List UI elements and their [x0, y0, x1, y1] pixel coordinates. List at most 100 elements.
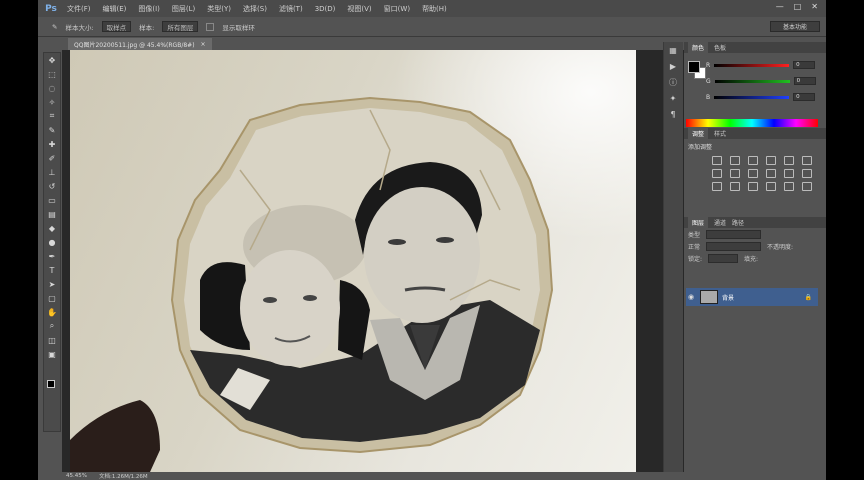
quick-select-tool-icon[interactable]: ✧ — [44, 95, 60, 109]
tab-channels[interactable]: 通道 — [714, 218, 726, 227]
blend-mode-select[interactable] — [706, 241, 762, 251]
tab-adjustments[interactable]: 调整 — [688, 128, 709, 139]
blend-mode-label[interactable]: 正常 — [688, 242, 700, 251]
threshold-icon[interactable] — [730, 182, 740, 191]
menu-view[interactable]: 视图(V) — [341, 4, 377, 14]
color-balance-icon[interactable] — [712, 169, 722, 178]
blur-tool-icon[interactable]: ◆ — [44, 221, 60, 235]
info-icon[interactable]: ⓘ — [664, 74, 682, 90]
eraser-tool-icon[interactable]: ▭ — [44, 193, 60, 207]
shadows-icon[interactable] — [784, 182, 794, 191]
adjustments-panel-tabs: 调整 样式 — [684, 128, 826, 139]
healing-brush-icon[interactable]: ✚ — [44, 137, 60, 151]
curves-icon[interactable] — [748, 156, 758, 165]
posterize-icon[interactable] — [712, 182, 722, 191]
brightness-icon[interactable] — [712, 156, 722, 165]
blue-slider[interactable] — [714, 95, 790, 99]
red-slider[interactable] — [714, 63, 790, 67]
menu-help[interactable]: 帮助(H) — [416, 4, 453, 14]
layer-kind-select[interactable] — [706, 229, 762, 239]
tab-styles[interactable]: 样式 — [714, 129, 726, 138]
properties-icon[interactable]: ✦ — [664, 90, 682, 106]
channel-mixer-icon[interactable] — [766, 169, 776, 178]
menu-filter[interactable]: 滤镜(T) — [273, 4, 309, 14]
layer-row-background[interactable]: ◉ 背景 🔒 — [686, 288, 818, 306]
document-canvas[interactable] — [70, 50, 636, 472]
clone-stamp-icon[interactable]: ⊥ — [44, 165, 60, 179]
sample-size-select[interactable]: 取样点 — [101, 21, 132, 32]
tab-paths[interactable]: 路径 — [732, 218, 744, 227]
menu-file[interactable]: 文件(F) — [61, 4, 97, 14]
menu-type[interactable]: 类型(Y) — [201, 4, 237, 14]
green-slider[interactable] — [714, 79, 790, 83]
menu-select[interactable]: 选择(S) — [237, 4, 273, 14]
canvas-area — [62, 50, 686, 472]
layer-name[interactable]: 背景 — [722, 293, 734, 302]
menu-bar: Ps 文件(F) 编辑(E) 图像(I) 图层(L) 类型(Y) 选择(S) 滤… — [38, 0, 826, 17]
eye-icon[interactable]: ◉ — [688, 293, 696, 301]
marquee-tool-icon[interactable]: ⬚ — [44, 67, 60, 81]
type-tool-icon[interactable]: T — [44, 263, 60, 277]
brush-tool-icon[interactable]: ✐ — [44, 151, 60, 165]
move-tool-icon[interactable]: ✥ — [44, 53, 60, 67]
zoom-tool-icon[interactable]: ⌕ — [44, 319, 60, 333]
crop-tool-icon[interactable]: ⌗ — [44, 109, 60, 123]
eyedropper-tool-icon[interactable]: ✎ — [52, 23, 57, 31]
hdr-toning-icon[interactable] — [802, 182, 812, 191]
tools-panel: ✥ ⬚ ◌ ✧ ⌗ ✎ ✚ ✐ ⊥ ↺ ▭ ▤ ◆ ● ✒ T ➤ ▢ ✋ ⌕ … — [43, 52, 61, 432]
foreground-color-chip[interactable] — [688, 61, 700, 73]
levels-icon[interactable] — [730, 156, 740, 165]
tab-swatches[interactable]: 色板 — [714, 43, 726, 52]
pen-tool-icon[interactable]: ✒ — [44, 249, 60, 263]
sample-select[interactable]: 所有图层 — [162, 21, 199, 32]
screen-mode-icon[interactable]: ▣ — [44, 347, 60, 361]
screen-frame: Ps 文件(F) 编辑(E) 图像(I) 图层(L) 类型(Y) 选择(S) 滤… — [0, 0, 864, 480]
blue-value[interactable]: 0 — [793, 93, 816, 101]
workspace-select[interactable]: 基本功能 — [770, 21, 820, 32]
paragraph-icon[interactable]: ¶ — [664, 106, 682, 122]
tab-layers[interactable]: 图层 — [688, 217, 709, 228]
color-lookup-icon[interactable] — [784, 169, 794, 178]
zoom-level[interactable]: 45.45% — [66, 473, 87, 479]
show-ring-label: 显示取样环 — [222, 23, 255, 32]
vibrance-icon[interactable] — [784, 156, 794, 165]
history-brush-icon[interactable]: ↺ — [44, 179, 60, 193]
actions-icon[interactable]: ▶ — [664, 58, 682, 74]
green-value[interactable]: 0 — [793, 77, 816, 85]
color-panel-tabs: 颜色 色板 — [684, 42, 826, 53]
shape-tool-icon[interactable]: ▢ — [44, 291, 60, 305]
eyedropper-icon[interactable]: ✎ — [44, 123, 60, 137]
red-value[interactable]: 0 — [793, 61, 816, 69]
document-close-icon[interactable]: × — [201, 41, 206, 48]
black-white-icon[interactable] — [730, 169, 740, 178]
exposure-icon[interactable] — [766, 156, 776, 165]
menu-window[interactable]: 窗口(W) — [378, 4, 416, 14]
path-select-icon[interactable]: ➤ — [44, 277, 60, 291]
hand-tool-icon[interactable]: ✋ — [44, 305, 60, 319]
minimize-button[interactable]: — — [776, 2, 784, 11]
selective-color-icon[interactable] — [766, 182, 776, 191]
dodge-tool-icon[interactable]: ● — [44, 235, 60, 249]
photo-filter-icon[interactable] — [748, 169, 758, 178]
red-slider-row: R 0 — [706, 61, 816, 69]
menu-edit[interactable]: 编辑(E) — [97, 4, 133, 14]
menu-layer[interactable]: 图层(L) — [166, 4, 201, 14]
foreground-color-swatch[interactable] — [47, 380, 55, 388]
gradient-map-icon[interactable] — [748, 182, 758, 191]
lock-options[interactable] — [708, 253, 739, 263]
close-button[interactable]: ✕ — [811, 2, 818, 11]
tab-color[interactable]: 颜色 — [688, 42, 709, 53]
history-icon[interactable]: ▦ — [664, 42, 682, 58]
hue-saturation-icon[interactable] — [802, 156, 812, 165]
menu-3d[interactable]: 3D(D) — [309, 5, 342, 13]
edit-mode-icon[interactable]: ◫ — [44, 333, 60, 347]
layers-panel: 类型 正常 不透明度: 锁定: 填充: ◉ 背景 🔒 — [684, 228, 826, 480]
show-ring-checkbox[interactable] — [206, 22, 215, 31]
lasso-tool-icon[interactable]: ◌ — [44, 81, 60, 95]
color-spectrum[interactable] — [686, 119, 818, 127]
invert-icon[interactable] — [802, 169, 812, 178]
menu-image[interactable]: 图像(I) — [132, 4, 166, 14]
document-tab[interactable]: QQ图片20200511.jpg @ 45.4%(RGB/8#) × — [68, 38, 212, 50]
gradient-tool-icon[interactable]: ▤ — [44, 207, 60, 221]
maximize-button[interactable]: □ — [794, 2, 802, 11]
